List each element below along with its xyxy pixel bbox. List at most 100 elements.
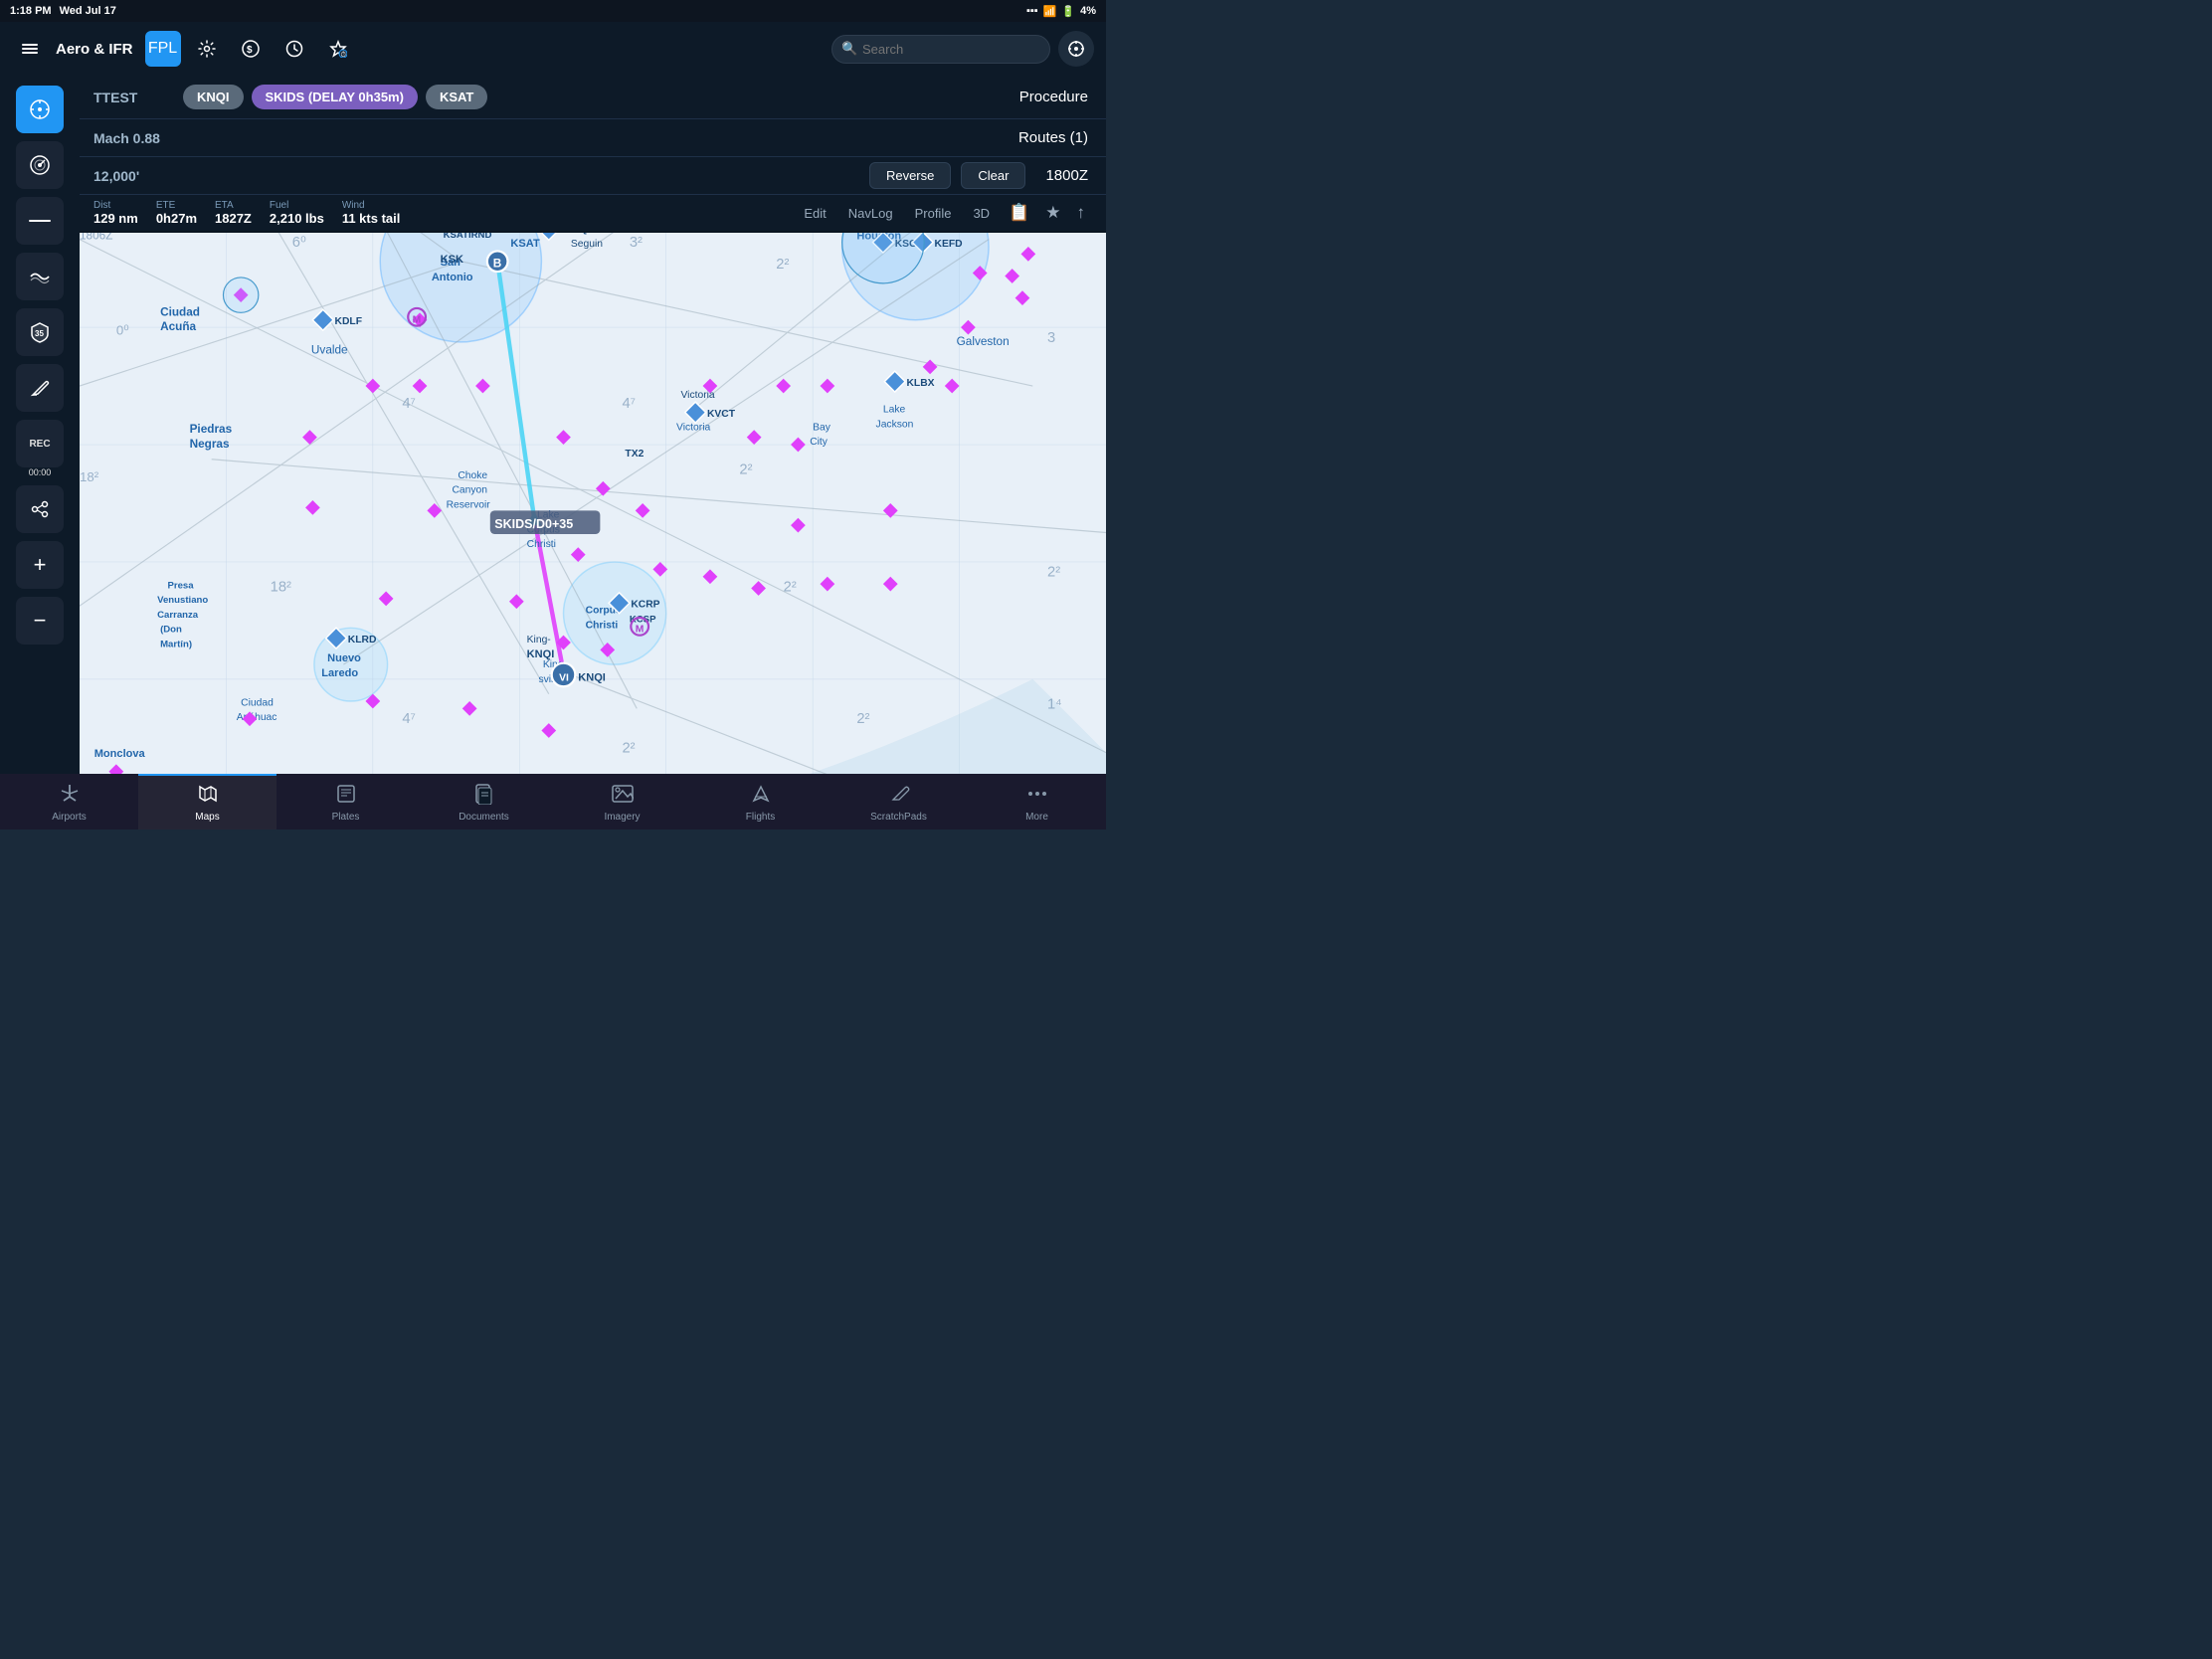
favorites-button[interactable]: ⏱ (320, 31, 356, 67)
sector-num-8: 2² (784, 579, 797, 595)
city-piedras-negras: Piedras (190, 423, 233, 436)
svg-text:(Don: (Don (160, 625, 182, 636)
tab-3d[interactable]: 3D (963, 200, 1000, 227)
tab-navlog[interactable]: NavLog (838, 200, 903, 227)
label-tx2: TX2 (625, 449, 644, 460)
fpl-alt-row: 12,000' Reverse Clear 1800Z (80, 157, 1106, 195)
sector-num-1: 6⁰ (292, 235, 306, 251)
sector-num-5: 2² (776, 257, 789, 273)
stat-ete: ETE 0h27m (156, 200, 215, 226)
fpl-altitude: 12,000' (93, 168, 183, 184)
eta-value: 1827Z (215, 211, 252, 226)
stat-eta: ETA 1827Z (215, 200, 270, 226)
tab-profile[interactable]: Profile (905, 200, 962, 227)
svg-text:B: B (493, 258, 502, 271)
minus-button[interactable] (16, 197, 64, 245)
svg-text:$: $ (247, 45, 253, 56)
connect-button[interactable] (16, 485, 64, 533)
city-bay-city: Bay (813, 422, 831, 433)
signal-icon: ▪▪▪ (1026, 5, 1038, 17)
city-choke-canyon: Choke (458, 470, 487, 481)
fpl-mach-row: Mach 0.88 Routes (1) (80, 119, 1106, 157)
share-icon[interactable]: ↑ (1070, 199, 1093, 227)
maps-icon (197, 783, 219, 810)
waypoint-ksat[interactable]: KSAT (426, 85, 487, 109)
nav-imagery[interactable]: Imagery (553, 774, 691, 830)
svg-text:Jackson: Jackson (876, 419, 914, 430)
svg-text:KCRP: KCRP (631, 600, 659, 611)
sector-num-4: 3² (630, 235, 643, 251)
subscription-button[interactable]: $ (233, 31, 269, 67)
svg-text:Acuña: Acuña (160, 320, 196, 333)
clipboard-icon[interactable]: 📋 (1002, 199, 1036, 227)
tab-edit[interactable]: Edit (794, 200, 835, 227)
nav-maps[interactable]: Maps (138, 774, 276, 830)
eta-label: ETA (215, 200, 252, 211)
procedure-button[interactable]: Procedure (1019, 89, 1092, 105)
battery-icon: 🔋 (1061, 5, 1075, 18)
pen-button[interactable] (16, 364, 64, 412)
sector-num-16: 2² (856, 711, 869, 727)
fpl-button[interactable]: FPL (145, 31, 181, 67)
svg-text:KEFD: KEFD (935, 239, 964, 250)
timez-button[interactable]: 1800Z (1045, 167, 1092, 184)
clear-button[interactable]: Clear (961, 162, 1025, 189)
rec-group: REC 00:00 (16, 420, 64, 477)
nav-flights[interactable]: Flights (691, 774, 830, 830)
svg-text:M: M (636, 625, 645, 636)
city-monclova: Monclova (94, 748, 146, 760)
svg-text:Christi: Christi (586, 620, 619, 631)
stat-dist: Dist 129 nm (93, 200, 156, 226)
radar-button[interactable] (16, 141, 64, 189)
nav-documents[interactable]: Documents (415, 774, 553, 830)
nav-plates[interactable]: Plates (276, 774, 415, 830)
shield-button[interactable]: 35 (16, 308, 64, 356)
waypoint-skids[interactable]: SKIDS (DELAY 0h35m) (252, 85, 418, 109)
fuel-value: 2,210 lbs (270, 211, 324, 226)
fpl-id: TTEST (93, 90, 183, 105)
nav-scratchpads[interactable]: ScratchPads (830, 774, 968, 830)
compass-button[interactable] (16, 86, 64, 133)
nav-more[interactable]: More (968, 774, 1106, 830)
city-presa: Presa (167, 581, 194, 592)
svg-text:Martín): Martín) (160, 639, 192, 649)
location-button[interactable] (1058, 31, 1094, 67)
reverse-button[interactable]: Reverse (869, 162, 951, 189)
star-icon[interactable]: ★ (1038, 199, 1067, 227)
nav-documents-label: Documents (459, 812, 509, 823)
sector-num-10: 4⁷ (622, 396, 636, 412)
svg-text:Anáhuac: Anáhuac (237, 712, 277, 723)
nav-airports[interactable]: Airports (0, 774, 138, 830)
map[interactable]: Ciudad Acuña Uvalde Piedras Negras Galve… (80, 233, 1106, 774)
fpl-stats-row: Dist 129 nm ETE 0h27m ETA 1827Z Fuel 2,2… (80, 195, 1106, 233)
svg-text:City: City (810, 437, 829, 448)
zoom-out-button[interactable]: − (16, 597, 64, 645)
sector-num-6: 3 (1047, 330, 1055, 346)
svg-text:Venustiano: Venustiano (157, 595, 208, 606)
clock-button[interactable] (276, 31, 312, 67)
sector-num-14: 2² (1047, 565, 1060, 581)
layers-button[interactable] (12, 31, 48, 67)
search-input[interactable] (831, 35, 1050, 64)
routes-button[interactable]: Routes (1) (1018, 129, 1092, 146)
rec-button[interactable]: REC (16, 420, 64, 467)
nav-plates-label: Plates (332, 812, 360, 823)
svg-text:KLBX: KLBX (906, 378, 934, 389)
alt-1: 1806Z (80, 233, 112, 243)
sector-num-2: 0⁰ (116, 322, 129, 337)
settings-button[interactable] (189, 31, 225, 67)
left-sidebar: 35 REC 00:00 + − (0, 76, 80, 774)
svg-text:KDLF: KDLF (335, 316, 363, 327)
ring-1 (223, 277, 258, 312)
wave-button[interactable] (16, 253, 64, 300)
svg-text:VI: VI (559, 672, 569, 683)
stat-wind: Wind 11 kts tail (342, 200, 419, 226)
waypoint-knqi[interactable]: KNQI (183, 85, 244, 109)
svg-text:KLRD: KLRD (348, 635, 377, 645)
app-title: Aero & IFR (56, 41, 133, 58)
svg-text:Carranza: Carranza (157, 610, 199, 621)
documents-icon (473, 783, 495, 810)
status-day: Wed Jul 17 (60, 5, 116, 17)
zoom-in-button[interactable]: + (16, 541, 64, 589)
svg-text:Laredo: Laredo (321, 667, 358, 679)
